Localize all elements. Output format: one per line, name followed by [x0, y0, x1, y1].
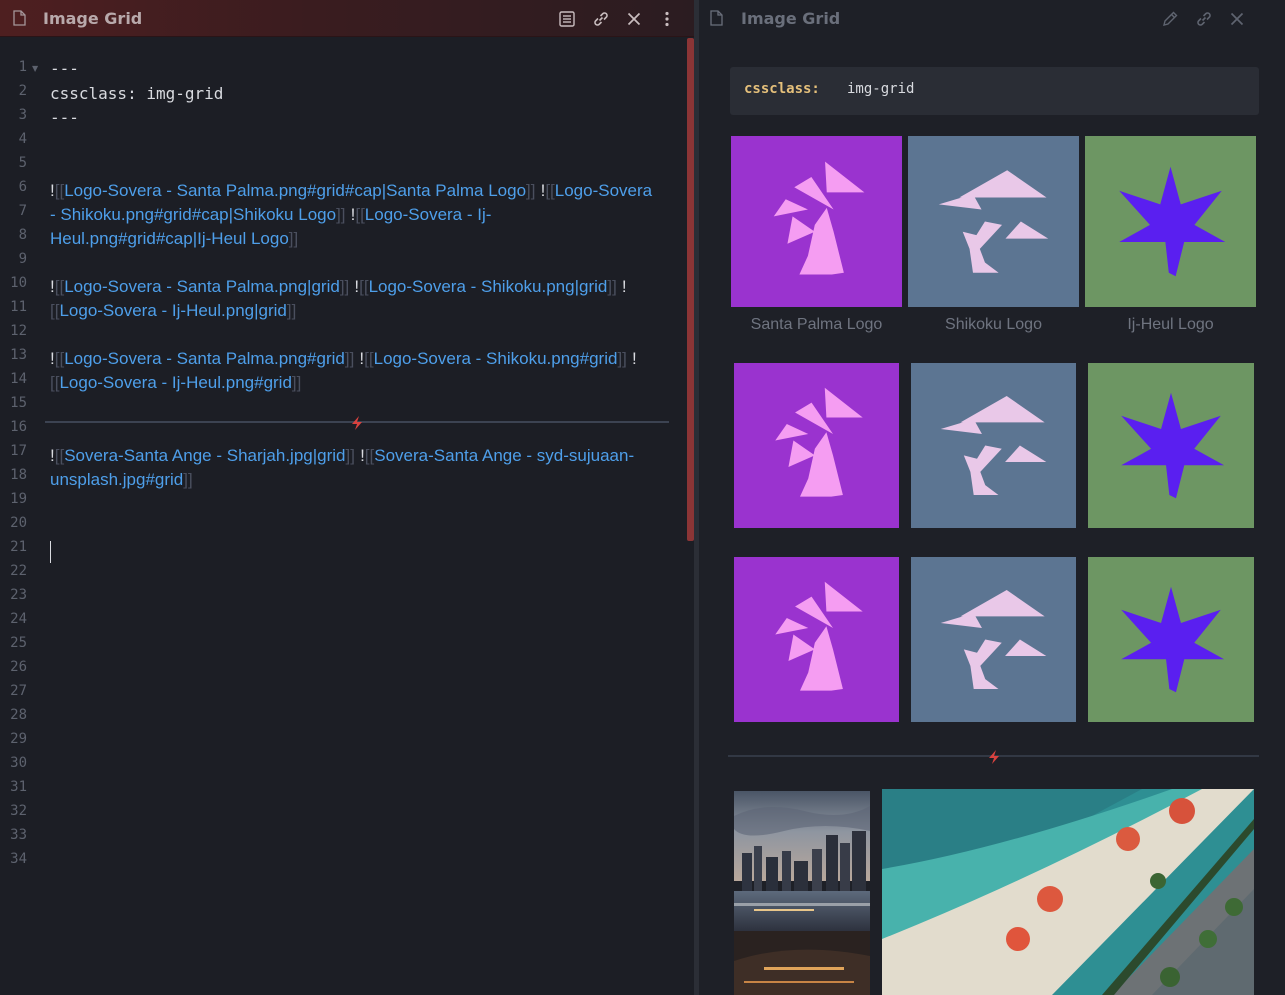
editor-line-6c: Heul.png#grid#cap|Ij-Heul Logo]]: [50, 229, 299, 248]
line-number: 7: [18, 203, 27, 219]
line-number: 34: [10, 851, 27, 867]
line-number: 20: [10, 515, 27, 531]
editor-line-13b: unsplash.jpg#grid]]: [50, 470, 193, 489]
shikoku-logo-image[interactable]: [911, 363, 1076, 528]
line-number: 9: [18, 251, 27, 267]
frontmatter-key: cssclass:: [744, 81, 820, 97]
sharjah-city-photo[interactable]: [734, 791, 870, 995]
line-number: 13: [10, 347, 27, 363]
text-cursor: [50, 541, 51, 563]
santa-palma-logo-image[interactable]: [734, 363, 899, 528]
preview-pane: Image Grid cssclass: img-grid Santa Palm…: [699, 0, 1285, 995]
line-number: 23: [10, 587, 27, 603]
line-number: 6: [18, 179, 27, 195]
internal-link[interactable]: Logo-Sovera - Santa Palma.png#grid#cap|S…: [64, 181, 526, 200]
line-number: 2: [18, 83, 27, 99]
fold-chevron-icon[interactable]: ▼: [32, 64, 38, 73]
ij-heul-logo-image[interactable]: [1088, 363, 1254, 528]
line-number: 26: [10, 659, 27, 675]
frontmatter-code-block: cssclass: img-grid: [730, 67, 1259, 115]
internal-link[interactable]: - Shikoku.png#grid#cap|Shikoku Logo: [50, 205, 336, 224]
editor-line-13a: ![[Sovera-Santa Ange - Sharjah.jpg|grid]…: [50, 446, 635, 465]
line-number: 10: [10, 275, 27, 291]
internal-link[interactable]: Logo-Sovera - Santa Palma.png|grid: [64, 277, 340, 296]
editor-line-10a: ![[Logo-Sovera - Santa Palma.png#grid]] …: [50, 349, 637, 368]
line-number: 15: [10, 395, 27, 411]
line-number: 1: [18, 59, 27, 75]
line-number: 3: [18, 107, 27, 123]
shikoku-logo-image[interactable]: [911, 557, 1076, 722]
editor-line-8a: ![[Logo-Sovera - Santa Palma.png|grid]] …: [50, 277, 627, 296]
internal-link[interactable]: Logo-Sovera: [555, 181, 652, 200]
close-icon[interactable]: [1228, 10, 1246, 28]
editor-tab-title[interactable]: Image Grid: [43, 9, 142, 28]
internal-link[interactable]: Logo-Sovera - Shikoku.png#grid: [374, 349, 618, 368]
file-icon: [710, 10, 723, 26]
line-number: 8: [18, 227, 27, 243]
link-icon[interactable]: [1195, 10, 1213, 28]
line-number: 24: [10, 611, 27, 627]
internal-link[interactable]: unsplash.jpg#grid: [50, 470, 183, 489]
ij-heul-logo-image[interactable]: [1085, 136, 1256, 307]
line-number: 30: [10, 755, 27, 771]
file-icon: [13, 10, 26, 26]
line-number: 17: [10, 443, 27, 459]
reading-view-icon[interactable]: [558, 10, 576, 28]
santa-palma-logo-image[interactable]: [731, 136, 902, 307]
line-number: 32: [10, 803, 27, 819]
internal-link[interactable]: Logo-Sovera - Ij-: [365, 205, 492, 224]
line-number: 19: [10, 491, 27, 507]
internal-link[interactable]: Sovera-Santa Ange - Sharjah.jpg|grid: [64, 446, 345, 465]
line-number: 28: [10, 707, 27, 723]
internal-link[interactable]: Logo-Sovera - Shikoku.png|grid: [369, 277, 608, 296]
line-number: 33: [10, 827, 27, 843]
shikoku-logo-image[interactable]: [908, 136, 1079, 307]
line-number: 29: [10, 731, 27, 747]
line-number: 11: [10, 299, 27, 315]
editor-line-6a: ![[Logo-Sovera - Santa Palma.png#grid#ca…: [50, 181, 653, 200]
line-number: 27: [10, 683, 27, 699]
editor-line-6b: - Shikoku.png#grid#cap|Shikoku Logo]] ![…: [50, 205, 492, 224]
line-number: 25: [10, 635, 27, 651]
frontmatter-open: ---: [50, 59, 79, 78]
edit-icon[interactable]: [1161, 10, 1179, 28]
santa-palma-logo-image[interactable]: [734, 557, 899, 722]
internal-link[interactable]: Logo-Sovera - Santa Palma.png#grid: [64, 349, 345, 368]
frontmatter-key: cssclass:: [50, 84, 137, 103]
line-number: 4: [18, 131, 27, 147]
ij-heul-logo-image[interactable]: [1088, 557, 1254, 722]
preview-tab-header: Image Grid: [699, 0, 1285, 37]
line-number: 12: [10, 323, 27, 339]
lightning-bolt-icon: [352, 416, 362, 430]
close-icon[interactable]: [625, 10, 643, 28]
internal-link[interactable]: Logo-Sovera - Ij-Heul.png|grid: [59, 301, 286, 320]
internal-link[interactable]: Sovera-Santa Ange - syd-sujuaan-: [374, 446, 634, 465]
more-options-icon[interactable]: [658, 10, 676, 28]
editor-pane: Image Grid 1 2 3 4 5 6 7 8 9 10 11 12 13 14 15 16 17 18 19…: [0, 0, 694, 995]
editor-tab-header: Image Grid: [0, 0, 694, 37]
frontmatter-value: img-grid: [146, 84, 224, 103]
image-caption: Ij-Heul Logo: [1127, 316, 1214, 333]
link-icon[interactable]: [592, 10, 610, 28]
internal-link[interactable]: Logo-Sovera - Ij-Heul.png#grid: [59, 373, 291, 392]
line-number: 21: [10, 539, 27, 555]
line-number: 22: [10, 563, 27, 579]
preview-tab-title[interactable]: Image Grid: [741, 9, 840, 28]
line-number: 31: [10, 779, 27, 795]
editor-line-10b: [[Logo-Sovera - Ij-Heul.png#grid]]: [50, 373, 302, 392]
editor-scrollbar[interactable]: [687, 38, 694, 541]
line-number: 18: [10, 467, 27, 483]
beach-aerial-photo[interactable]: [882, 789, 1254, 995]
editor-line-8b: [[Logo-Sovera - Ij-Heul.png|grid]]: [50, 301, 297, 320]
image-caption: Shikoku Logo: [945, 316, 1042, 333]
frontmatter-close: ---: [50, 108, 79, 127]
internal-link[interactable]: Heul.png#grid#cap|Ij-Heul Logo: [50, 229, 289, 248]
frontmatter-line: cssclass: img-grid: [50, 84, 223, 103]
image-caption: Santa Palma Logo: [750, 316, 883, 333]
line-number: 16: [10, 419, 27, 435]
lightning-bolt-icon: [989, 750, 999, 764]
line-number: 5: [18, 155, 27, 171]
line-number: 14: [10, 371, 27, 387]
frontmatter-value: img-grid: [847, 81, 915, 97]
